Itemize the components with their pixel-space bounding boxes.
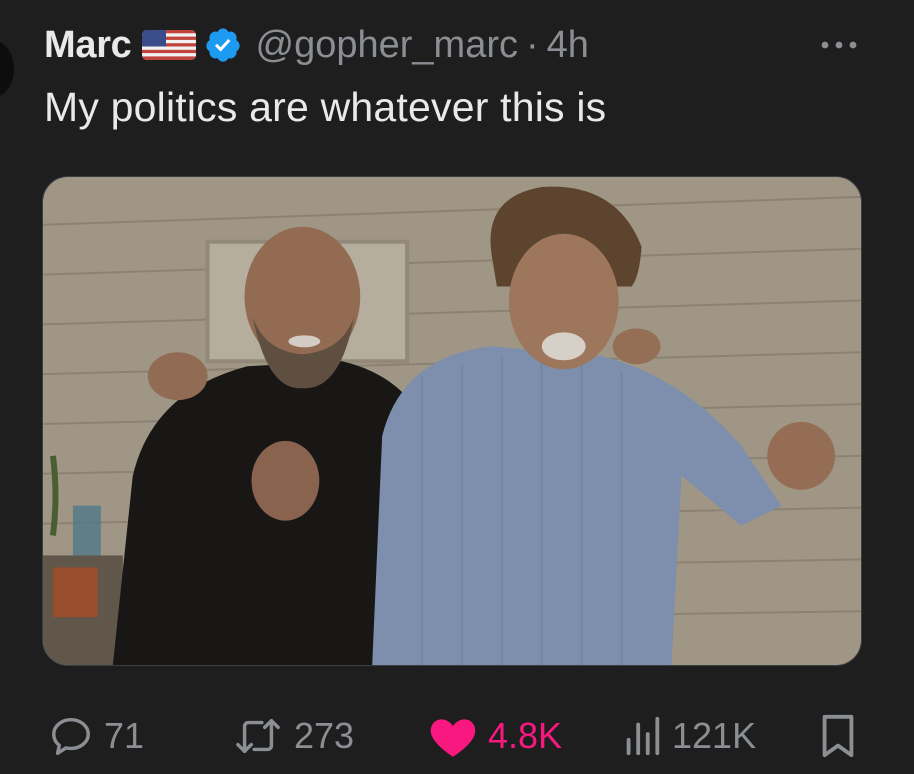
like-count: 4.8K <box>488 715 563 756</box>
bookmark-button[interactable] <box>818 698 858 774</box>
views-icon <box>626 716 660 756</box>
retweet-button[interactable]: 273 <box>232 698 354 774</box>
tweet-text: My politics are whatever this is <box>44 84 607 130</box>
like-button[interactable]: 4.8K <box>428 698 562 774</box>
reply-count: 71 <box>104 715 145 756</box>
views-count: 121K <box>672 715 757 756</box>
reply-button[interactable]: 71 <box>48 698 144 774</box>
tweet-header: Marc @gopher_marc · 4h <box>44 18 589 72</box>
author-avatar[interactable] <box>0 40 14 98</box>
bookmark-icon <box>822 714 854 758</box>
heart-icon <box>430 719 476 757</box>
retweet-count: 273 <box>294 715 355 756</box>
tweet-photo[interactable] <box>42 176 862 666</box>
verified-badge-icon <box>205 28 240 62</box>
author-handle[interactable]: @gopher_marc <box>256 24 518 67</box>
tweet-timestamp[interactable]: 4h <box>547 24 589 67</box>
more-options-icon[interactable] <box>816 30 862 60</box>
us-flag-icon <box>141 30 196 60</box>
reply-icon <box>52 717 90 755</box>
views-button[interactable]: 121K <box>622 698 756 774</box>
tweet-actions: 71 273 4.8K 121K <box>0 698 914 774</box>
separator-dot: · <box>526 23 539 66</box>
retweet-icon <box>236 718 280 754</box>
author-name[interactable]: Marc <box>44 24 132 67</box>
photo-illustration <box>43 177 861 665</box>
